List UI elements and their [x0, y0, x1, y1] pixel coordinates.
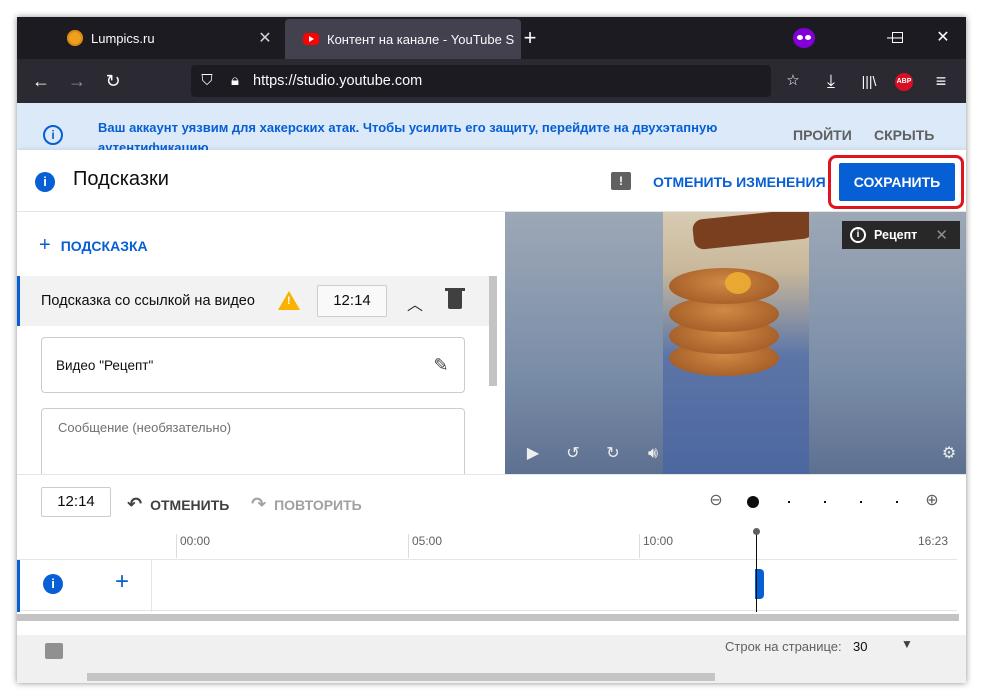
maximize-icon[interactable]	[877, 25, 917, 51]
reload-icon[interactable]: ↻	[99, 67, 127, 95]
shield-icon[interactable]: ⛉	[197, 71, 217, 91]
add-card-plus-icon[interactable]: +	[115, 570, 129, 594]
zoom-slider-track[interactable]	[752, 501, 898, 503]
undo-changes-button[interactable]: ОТМЕНИТЬ ИЗМЕНЕНИЯ	[653, 174, 826, 190]
feedback-icon[interactable]: !	[611, 172, 631, 190]
tab-strip: Lumpics.ru ✕ Контент на канале - YouTube…	[17, 17, 966, 59]
video-select-field[interactable]: Видео "Рецепт" ✎	[41, 337, 465, 393]
chip-label: Рецепт	[874, 228, 918, 242]
info-icon: i	[850, 227, 866, 243]
volume-icon[interactable]: 🔊︎	[641, 442, 665, 466]
forward-arrow-icon[interactable]: →	[63, 67, 91, 95]
go-button[interactable]: ПРОЙТИ	[793, 127, 852, 143]
panel-scrollbar[interactable]	[489, 276, 497, 386]
chevron-up-icon[interactable]: ︿	[406, 291, 424, 314]
rows-per-page-value[interactable]: 30	[853, 639, 867, 654]
info-icon: i	[35, 172, 55, 192]
youtube-favicon-icon	[303, 33, 319, 45]
tab-lumpics[interactable]: Lumpics.ru ✕	[49, 17, 283, 59]
cinnamon-sticks	[691, 212, 809, 251]
warning-icon	[278, 291, 300, 310]
hide-button[interactable]: СКРЫТЬ	[874, 127, 934, 143]
library-icon[interactable]: |||\	[855, 67, 883, 95]
close-tab-icon[interactable]: ✕	[253, 28, 277, 48]
tab-label: Контент на канале - YouTube S	[327, 31, 515, 47]
download-icon[interactable]: ⤓	[817, 67, 845, 95]
info-icon: i	[43, 574, 63, 594]
pencil-icon[interactable]: ✎	[431, 355, 451, 375]
undo-label: ОТМЕНИТЬ	[150, 496, 230, 513]
track-separator	[151, 560, 152, 612]
player-controls: ▶ ↺ ↻ 🔊︎ ⚙	[505, 436, 966, 474]
redo-arrow-icon: ↷	[251, 494, 267, 514]
address-bar[interactable]: ⛉ 🔒︎ ☆	[191, 65, 800, 97]
back-arrow-icon[interactable]: ←	[27, 67, 55, 95]
video-preview[interactable]: ▶ ↺ ↻ 🔊︎ ⚙	[505, 212, 966, 474]
redo-button[interactable]: ↷ ПОВТОРИТЬ	[251, 494, 362, 515]
message-field	[41, 408, 465, 474]
feedback-icon[interactable]	[45, 643, 63, 659]
page-scrollbar[interactable]	[87, 673, 715, 681]
url-input[interactable]	[253, 65, 703, 97]
star-icon[interactable]: ☆	[783, 71, 803, 91]
cards-editor-dialog: i Подсказки ! ОТМЕНИТЬ ИЗМЕНЕНИЯ СОХРАНИ…	[17, 150, 966, 635]
gear-icon[interactable]: ⚙	[937, 442, 961, 466]
private-mask-icon[interactable]	[793, 28, 815, 48]
trash-icon[interactable]	[445, 288, 465, 309]
lock-icon[interactable]: 🔒︎	[225, 71, 245, 91]
youtube-studio-page: i Ваш аккаунт уязвим для хакерских атак.…	[17, 103, 966, 683]
track-indicator	[17, 560, 20, 612]
add-card-label: ПОДСКАЗКА	[60, 237, 148, 254]
timeline-ruler: 00:00 05:00 10:00 16:23	[17, 530, 966, 558]
navigation-bar: ← → ↻ ⛉ 🔒︎ ☆ ⤓ |||\ ABP ≡	[17, 59, 966, 103]
cards-panel: + ПОДСКАЗКА Подсказка со ссылкой на виде…	[17, 212, 497, 474]
plus-icon: +	[39, 234, 51, 256]
info-icon: i	[43, 125, 63, 145]
browser-window: Lumpics.ru ✕ Контент на канале - YouTube…	[17, 17, 966, 683]
card-teaser-chip[interactable]: i Рецепт ✕	[842, 221, 960, 249]
rewind-10-icon[interactable]: ↺	[561, 442, 585, 466]
tab-label: Lumpics.ru	[91, 30, 155, 46]
save-button[interactable]: СОХРАНИТЬ	[839, 163, 955, 201]
message-input[interactable]	[43, 410, 463, 474]
honey-drop	[725, 272, 751, 294]
add-card-button[interactable]: + ПОДСКАЗКА	[39, 234, 148, 257]
timeline-scrollbar[interactable]	[17, 614, 959, 621]
playhead[interactable]	[753, 528, 760, 612]
new-tab-button[interactable]: +	[517, 25, 543, 51]
pancake	[669, 268, 779, 304]
play-icon[interactable]: ▶	[521, 442, 545, 466]
zoom-slider-handle[interactable]	[747, 496, 759, 508]
ruler-tick: 05:00	[408, 534, 442, 558]
ruler-tick: 00:00	[176, 534, 210, 558]
ruler-tick: 16:23	[918, 534, 949, 548]
video-label: Видео "Рецепт"	[56, 358, 154, 373]
close-window-icon[interactable]: ✕	[923, 25, 963, 51]
forward-10-icon[interactable]: ↻	[601, 442, 625, 466]
zoom-out-icon[interactable]: ⊖	[704, 489, 728, 513]
tab-youtube-studio[interactable]: Контент на канале - YouTube S	[285, 19, 521, 59]
redo-label: ПОВТОРИТЬ	[274, 496, 362, 513]
timeline-time-field[interactable]: 12:14	[41, 487, 111, 517]
ruler-tick: 10:00	[639, 534, 673, 558]
card-item[interactable]: Подсказка со ссылкой на видео 12:14 ︿	[17, 276, 489, 326]
undo-button[interactable]: ↶ ОТМЕНИТЬ	[127, 494, 229, 515]
dialog-header: i Подсказки ! ОТМЕНИТЬ ИЗМЕНЕНИЯ СОХРАНИ…	[17, 150, 966, 212]
rows-per-page-label: Строк на странице:	[725, 639, 842, 654]
lumpics-favicon-icon	[67, 30, 83, 46]
adblock-icon[interactable]: ABP	[895, 73, 913, 91]
timeline-toolbar: 12:14 ↶ ОТМЕНИТЬ ↷ ПОВТОРИТЬ ⊖ ⊕	[17, 474, 966, 530]
dialog-title: Подсказки	[73, 168, 169, 190]
card-title: Подсказка со ссылкой на видео	[41, 293, 255, 309]
undo-arrow-icon: ↶	[127, 494, 143, 514]
card-time-field[interactable]: 12:14	[317, 285, 387, 317]
zoom-in-icon[interactable]: ⊕	[920, 489, 944, 513]
cards-track: i +	[17, 559, 957, 612]
close-icon[interactable]: ✕	[935, 226, 948, 244]
video-frame	[663, 212, 809, 474]
chevron-down-icon[interactable]: ▼	[901, 637, 913, 651]
menu-icon[interactable]: ≡	[927, 67, 955, 95]
background-page-footer: Строк на странице: 30 ▼	[17, 635, 966, 683]
